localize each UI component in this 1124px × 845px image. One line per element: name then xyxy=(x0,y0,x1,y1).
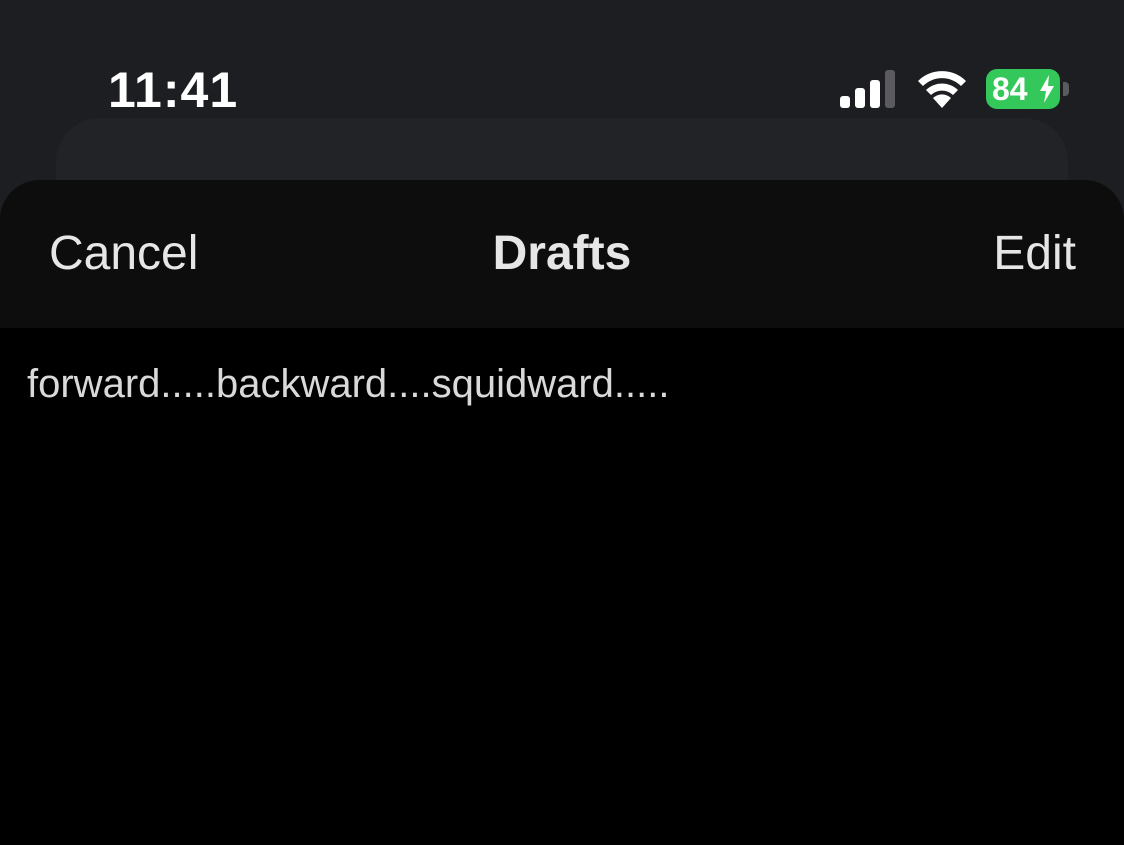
cellular-signal-icon xyxy=(840,70,895,108)
cancel-button[interactable]: Cancel xyxy=(49,224,198,284)
draft-item[interactable]: forward.....backward....squidward..... xyxy=(0,328,1124,448)
draft-text: forward.....backward....squidward..... xyxy=(27,362,670,406)
drafts-sheet: Cancel Drafts Edit forward.....backward.… xyxy=(0,180,1124,845)
drafts-list: forward.....backward....squidward..... xyxy=(0,328,1124,448)
battery-body: 84 xyxy=(986,69,1060,109)
battery-cap xyxy=(1063,82,1069,96)
charging-bolt-icon xyxy=(1040,75,1054,103)
drafts-screen: 11:41 84 Cancel Drafts Edit forward.....… xyxy=(0,0,1124,845)
status-time: 11:41 xyxy=(108,62,239,118)
navigation-bar: Cancel Drafts Edit xyxy=(0,180,1124,328)
edit-button[interactable]: Edit xyxy=(993,224,1076,284)
battery-charging-icon: 84 xyxy=(986,69,1072,109)
battery-level: 84 xyxy=(992,71,1028,107)
wifi-icon xyxy=(918,71,966,108)
